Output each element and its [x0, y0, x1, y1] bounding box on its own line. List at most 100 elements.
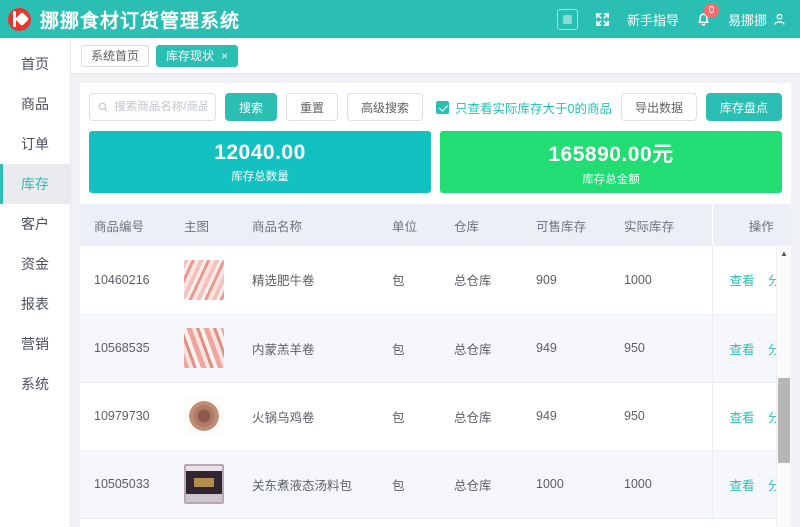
- search-button[interactable]: 搜索: [224, 93, 277, 121]
- scrollbar-track[interactable]: [777, 261, 791, 527]
- user-menu[interactable]: 易挪挪: [728, 10, 786, 29]
- checkbox-label: 只查看实际库存大于0的商品: [455, 101, 612, 116]
- cell-name: 火锅乌鸡卷: [248, 382, 388, 451]
- cell-warehouse: 总仓库: [450, 450, 532, 519]
- search-field[interactable]: [89, 93, 216, 121]
- cell-code: 10979730: [80, 382, 180, 451]
- app-header: 挪挪食材订货管理系统 新手指导 0 易挪挪: [0, 0, 800, 38]
- cell-actual: 1000: [620, 450, 712, 519]
- sidebar-item-products[interactable]: 商品: [0, 84, 70, 124]
- app-logo-icon: [8, 7, 31, 31]
- column-header-actual: 实际库存: [620, 204, 712, 246]
- card-label: 库存总金额: [582, 173, 640, 186]
- total-quantity-card: 12040.00 库存总数量: [89, 131, 431, 193]
- sidebar-item-label: 商品: [21, 96, 49, 112]
- sidebar-item-finance[interactable]: 资金: [0, 244, 70, 284]
- sidebar: 首页 商品 订单 库存 客户 资金 报表 营销 系统: [0, 38, 71, 527]
- tab-label: 系统首页: [91, 49, 140, 63]
- table-vertical-scrollbar[interactable]: ▲: [776, 246, 791, 527]
- card-value: 12040.00: [214, 140, 306, 164]
- tab-label: 库存现状: [166, 49, 215, 63]
- stock-filter-checkbox[interactable]: 只查看实际库存大于0的商品: [436, 98, 612, 117]
- scroll-up-arrow-icon[interactable]: ▲: [777, 246, 791, 261]
- column-header-warehouse: 仓库: [450, 204, 532, 246]
- sidebar-item-inventory[interactable]: 库存: [0, 164, 70, 204]
- cell-sellable: 949: [532, 314, 620, 383]
- product-image-lamb-roll: [184, 328, 224, 368]
- table-row[interactable]: 10979730 火锅乌鸡卷 包 总仓库 949 950 查看 分布: [80, 382, 791, 451]
- column-header-sellable: 可售库存: [532, 204, 620, 246]
- toolbar-right-actions: 导出数据 库存盘点: [620, 93, 782, 121]
- product-image-beef-roll: [184, 259, 224, 300]
- cell-name: 关东煮液态汤料包: [248, 450, 388, 519]
- cell-sellable: 1000: [532, 450, 620, 519]
- table-row[interactable]: 10568535 内蒙羔羊卷 包 总仓库 949 950 查看 分布: [80, 314, 791, 383]
- view-link[interactable]: 查看: [729, 479, 754, 493]
- table-header-row: 商品编号 主图 商品名称 单位 仓库 可售库存 实际库存 操作: [80, 204, 791, 246]
- cell-sellable: 909: [532, 246, 620, 315]
- cell-warehouse: 总仓库: [450, 246, 532, 315]
- column-header-code: 商品编号: [80, 204, 180, 246]
- cell-code: 10460216: [80, 246, 180, 315]
- sidebar-item-customers[interactable]: 客户: [0, 204, 70, 244]
- cell-unit: 包: [388, 450, 450, 519]
- table-header: 商品编号 主图 商品名称 单位 仓库 可售库存 实际库存 操作: [80, 204, 791, 246]
- reset-button[interactable]: 重置: [285, 93, 338, 121]
- sidebar-item-label: 首页: [21, 56, 49, 72]
- column-header-name: 商品名称: [248, 204, 388, 246]
- notification-badge: 0: [703, 3, 719, 18]
- inventory-panel: 搜索 重置 高级搜索 只查看实际库存大于0的商品 导出数据 库存盘点 1: [80, 83, 791, 527]
- checkbox-box[interactable]: [436, 100, 450, 114]
- cell-actual: 950: [620, 314, 712, 383]
- app-body: 首页 商品 订单 库存 客户 资金 报表 营销 系统 系统首页 库存现状 × 搜…: [0, 38, 800, 527]
- cell-unit: 包: [388, 314, 450, 383]
- cell-warehouse: 总仓库: [450, 382, 532, 451]
- cell-image: [180, 450, 248, 519]
- inventory-table-wrap: 商品编号 主图 商品名称 单位 仓库 可售库存 实际库存 操作 10460216…: [80, 204, 791, 527]
- sidebar-item-label: 订单: [21, 136, 49, 152]
- cell-unit: 包: [388, 382, 450, 451]
- scrollbar-thumb[interactable]: [778, 378, 790, 464]
- product-image-soup-base: [184, 464, 224, 504]
- cell-image: [180, 246, 248, 315]
- view-link[interactable]: 查看: [729, 274, 754, 288]
- sidebar-item-system[interactable]: 系统: [0, 364, 70, 404]
- minimize-square-icon[interactable]: [556, 8, 578, 30]
- view-link[interactable]: 查看: [729, 411, 754, 425]
- export-data-button[interactable]: 导出数据: [620, 93, 697, 121]
- tab-close-icon[interactable]: ×: [221, 50, 228, 62]
- stocktake-button[interactable]: 库存盘点: [705, 93, 782, 121]
- cell-sellable: 949: [532, 382, 620, 451]
- sidebar-item-label: 客户: [21, 216, 49, 232]
- tab-bar: 系统首页 库存现状 ×: [71, 38, 800, 74]
- cell-image: [180, 314, 248, 383]
- tab-system-home[interactable]: 系统首页: [81, 44, 150, 67]
- table-row[interactable]: 10505033 关东煮液态汤料包 包 总仓库 1000 1000 查看 分布: [80, 450, 791, 519]
- card-value: 165890.00元: [548, 142, 674, 166]
- column-header-operations: 操作: [711, 204, 791, 246]
- main-content: 系统首页 库存现状 × 搜索 重置 高级: [71, 38, 800, 527]
- sidebar-item-label: 资金: [21, 256, 49, 272]
- cell-image: [180, 382, 248, 451]
- username-label: 易挪挪: [727, 12, 767, 28]
- page-content: 搜索 重置 高级搜索 只查看实际库存大于0的商品 导出数据 库存盘点 1: [71, 74, 800, 527]
- advanced-search-button[interactable]: 高级搜索: [347, 93, 424, 121]
- brand: 挪挪食材订货管理系统: [8, 6, 240, 33]
- notifications[interactable]: 0: [696, 3, 719, 27]
- sidebar-item-home[interactable]: 首页: [0, 44, 70, 84]
- sidebar-item-label: 系统: [21, 376, 49, 392]
- sidebar-item-reports[interactable]: 报表: [0, 284, 70, 324]
- tab-inventory-status[interactable]: 库存现状 ×: [156, 44, 239, 67]
- table-row[interactable]: 10460216 精选肥牛卷 包 总仓库 909 1000 查看 分布: [80, 246, 791, 315]
- inventory-table: 商品编号 主图 商品名称 单位 仓库 可售库存 实际库存 操作 10460216…: [80, 204, 791, 519]
- column-header-image: 主图: [180, 204, 248, 246]
- search-input[interactable]: [114, 101, 207, 113]
- view-link[interactable]: 查看: [729, 343, 754, 357]
- cell-actual: 950: [620, 382, 712, 451]
- card-label: 库存总数量: [231, 170, 289, 183]
- product-image-chicken-roll: [184, 396, 224, 436]
- sidebar-item-orders[interactable]: 订单: [0, 124, 70, 164]
- guide-link[interactable]: 新手指导: [627, 10, 679, 29]
- fullscreen-icon[interactable]: [595, 12, 610, 27]
- sidebar-item-marketing[interactable]: 营销: [0, 324, 70, 364]
